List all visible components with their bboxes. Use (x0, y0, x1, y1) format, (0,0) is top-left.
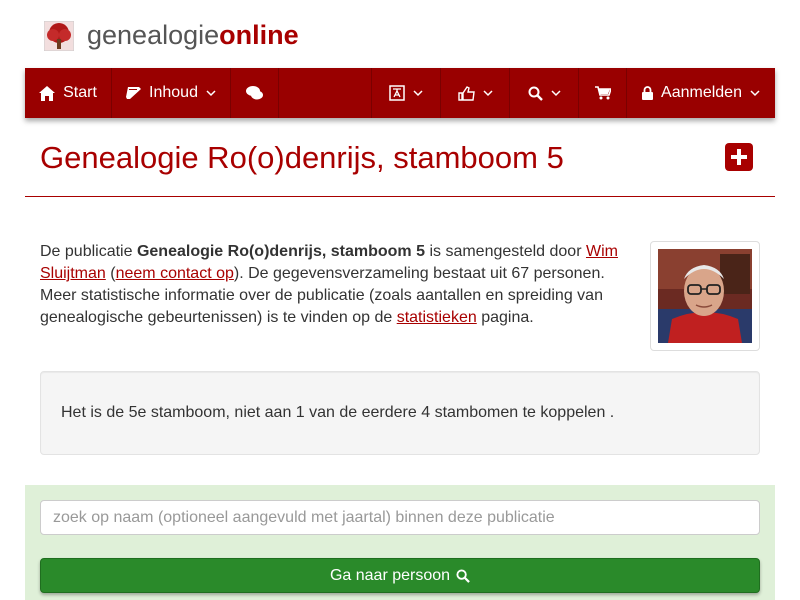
author-photo-frame (650, 241, 760, 351)
person-search-input[interactable] (40, 500, 760, 535)
add-button[interactable] (725, 143, 753, 171)
nav-shop[interactable] (579, 68, 627, 118)
go-to-person-button[interactable]: Ga naar persoon (40, 558, 760, 593)
nav-recommend[interactable] (441, 68, 510, 118)
chevron-down-icon (206, 90, 216, 97)
nav-forum[interactable] (231, 68, 279, 118)
site-logo[interactable]: genealogieonline (44, 20, 299, 51)
main-navbar: Start Inhoud Aanmelden (25, 68, 775, 118)
tree-logo-icon (44, 20, 74, 51)
nav-language[interactable] (372, 68, 441, 118)
title-row: Genealogie Ro(o)denrijs, stamboom 5 (25, 130, 775, 197)
chevron-down-icon (550, 90, 561, 97)
book-icon (126, 87, 142, 99)
brand-name-part2: online (219, 20, 299, 50)
home-icon (39, 85, 56, 101)
chevron-down-icon (750, 90, 760, 97)
brand-name-part1: genealogie (87, 20, 220, 50)
search-icon (528, 86, 543, 101)
intro-text: ( (105, 265, 116, 282)
nav-inhoud-label: Inhoud (149, 84, 198, 101)
translate-icon (389, 85, 405, 101)
thumbs-up-icon (457, 85, 475, 101)
nav-search[interactable] (510, 68, 579, 118)
intro-text: De publicatie (40, 243, 137, 260)
publication-name: Genealogie Ro(o)denrijs, stamboom 5 (136, 243, 425, 260)
go-to-person-label: Ga naar persoon (329, 566, 451, 584)
nav-login[interactable]: Aanmelden (627, 68, 775, 118)
nav-login-label: Aanmelden (661, 84, 742, 101)
nav-start[interactable]: Start (25, 68, 112, 118)
lock-icon (642, 86, 654, 100)
contact-link[interactable]: neem contact op (116, 265, 234, 282)
search-icon (456, 568, 470, 583)
nav-inhoud[interactable]: Inhoud (112, 68, 231, 118)
publication-note: Het is de 5e stamboom, niet aan 1 van de… (40, 371, 760, 455)
author-avatar (658, 249, 752, 343)
person-search-panel: Ga naar persoon (25, 485, 775, 600)
intro-text: pagina. (476, 309, 534, 326)
chevron-down-icon (413, 90, 423, 97)
chevron-down-icon (482, 90, 493, 97)
nav-start-label: Start (63, 84, 97, 101)
intro-text: is samengesteld door (425, 243, 586, 260)
publication-intro: De publicatie Genealogie Ro(o)denrijs, s… (40, 241, 630, 329)
site-header: genealogieonline (0, 0, 800, 68)
note-text: Het is de 5e stamboom, niet aan 1 van de… (61, 404, 615, 421)
statistics-link[interactable]: statistieken (397, 309, 477, 326)
nav-spacer (279, 68, 372, 118)
brand-name: genealogieonline (87, 20, 299, 51)
cart-icon (594, 86, 611, 100)
chat-icon (246, 86, 263, 100)
page-title: Genealogie Ro(o)denrijs, stamboom 5 (40, 140, 564, 175)
